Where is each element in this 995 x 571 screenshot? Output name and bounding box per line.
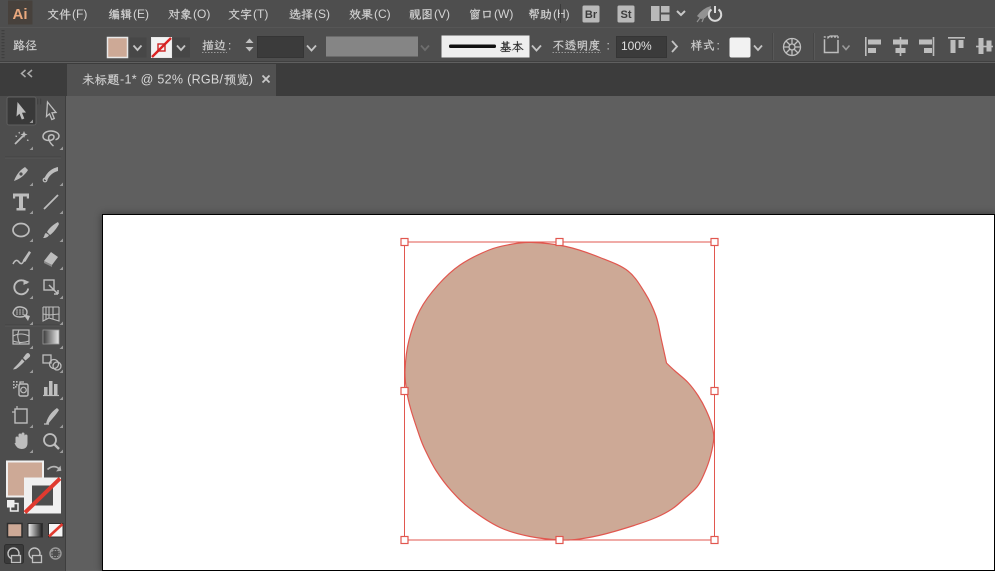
svg-text:(E): (E) [133,7,149,21]
svg-text:(F): (F) [72,7,87,21]
svg-text:(O): (O) [193,7,210,21]
svg-text:): ) [249,73,253,87]
svg-text:100%: 100% [621,39,652,53]
svg-text::: : [717,39,720,53]
svg-text:(T): (T) [253,7,268,21]
svg-text:(H): (H) [553,7,570,21]
svg-text:Ai: Ai [13,6,28,23]
svg-text:(C): (C) [374,7,391,21]
svg-text:(V): (V) [434,7,450,21]
svg-text:Br: Br [585,9,598,21]
svg-text:-1* @ 52% (RGB/: -1* @ 52% (RGB/ [120,73,224,87]
svg-text:(S): (S) [314,7,330,21]
svg-text:St: St [621,9,632,21]
svg-text:(W): (W) [494,7,513,21]
svg-text::: : [607,39,610,53]
svg-text::: : [228,39,231,53]
